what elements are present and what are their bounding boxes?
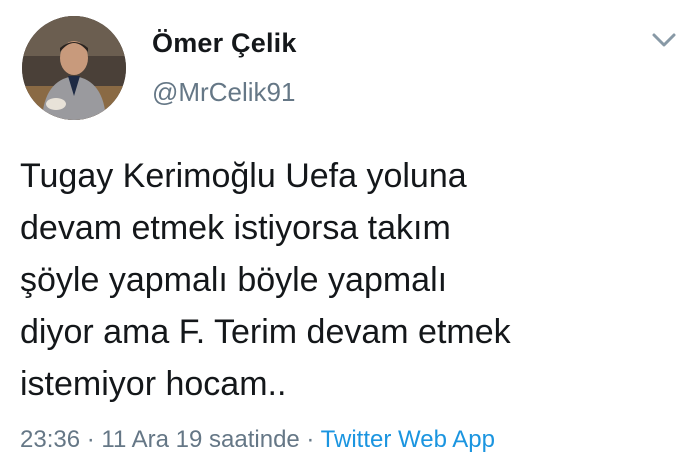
chevron-down-icon[interactable] [650, 30, 678, 50]
avatar-photo-icon [22, 16, 126, 120]
tweet-text-line: diyor ama F. Terim devam etmek [20, 313, 511, 351]
tweet-metadata: 23:36 · 11 Ara 19 saatinde · Twitter Web… [20, 426, 495, 454]
author-handle[interactable]: @MrCelik91 [152, 77, 295, 108]
separator: · [299, 426, 321, 453]
tweet-text-line: Tugay Kerimoğlu Uefa yoluna [20, 157, 467, 195]
avatar[interactable] [22, 16, 126, 120]
tweet-text-line: istemiyor hocam.. [20, 365, 287, 403]
author-display-name[interactable]: Ömer Çelik [152, 28, 297, 59]
tweet-card: Ömer Çelik @MrCelik91 Tugay Kerimoğlu Ue… [0, 0, 700, 464]
tweet-time[interactable]: 23:36 [20, 426, 80, 453]
tweet-text-line: şöyle yapmalı böyle yapmalı [20, 261, 448, 299]
tweet-text-line: devam etmek istiyorsa takım [20, 209, 451, 247]
tweet-date[interactable]: 11 Ara 19 saatinde [101, 426, 299, 453]
tweet-text: Tugay Kerimoğlu Uefa yoluna devam etmek … [20, 150, 680, 410]
separator: · [80, 426, 102, 453]
tweet-source-link[interactable]: Twitter Web App [321, 426, 495, 453]
